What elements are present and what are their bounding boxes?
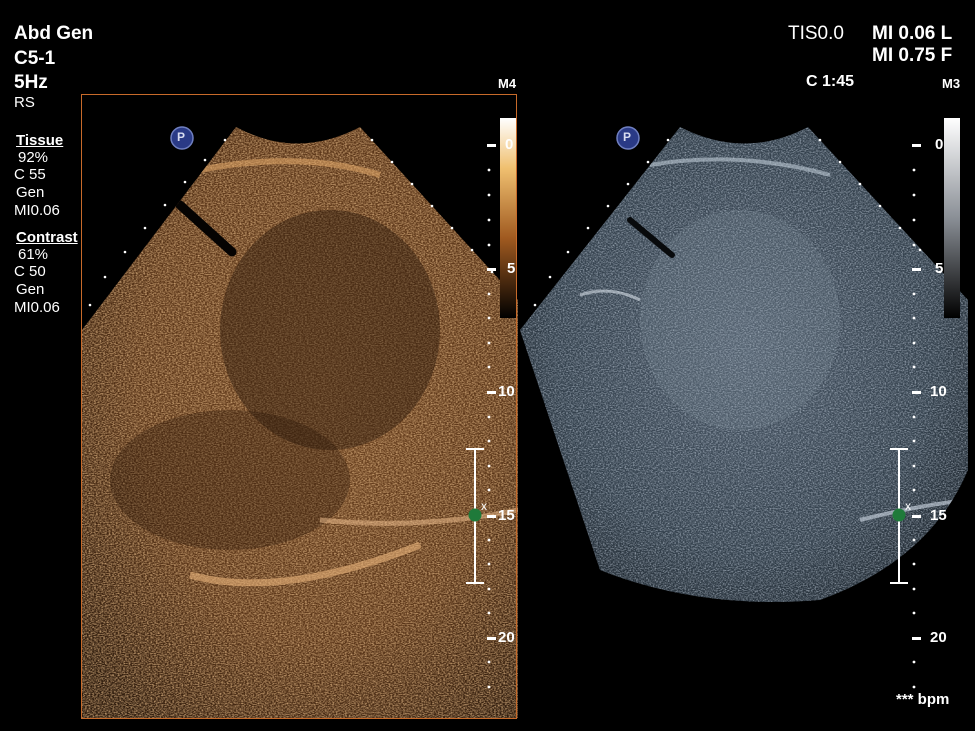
frequency-label: 5Hz	[14, 72, 48, 93]
right-depth-label-15: 15	[930, 507, 947, 524]
orientation-label: RS	[14, 94, 35, 111]
mi-left-readout: MI 0.06 L	[872, 23, 953, 44]
tissue-gain: 92%	[18, 149, 49, 166]
tissue-mode: Gen	[16, 184, 45, 201]
cine-timer: C 1:45	[806, 73, 855, 90]
right-focus-marker: x	[905, 499, 911, 513]
right-depth-label-0: 0	[935, 136, 944, 153]
right-depth-label-10: 10	[930, 383, 947, 400]
exam-preset-label: Abd Gen	[14, 23, 94, 44]
left-depth-label-10: 10	[498, 383, 515, 400]
mi-right-readout: MI 0.75 F	[872, 45, 953, 66]
right-depth-label-5: 5	[935, 260, 944, 277]
right-depth-label-20: 20	[930, 629, 947, 646]
probe-label: C5-1	[14, 48, 56, 69]
left-orientation-marker-letter: P	[177, 130, 186, 144]
tis-readout: TIS0.0	[788, 23, 844, 44]
tissue-sector-image	[520, 127, 968, 602]
left-focus-marker: x	[481, 499, 487, 513]
tissue-section-title: Tissue	[16, 132, 64, 149]
tissue-mi: MI0.06	[14, 202, 60, 219]
left-depth-label-20: 20	[498, 629, 515, 646]
contrast-mode: Gen	[16, 281, 45, 298]
contrast-mi: MI0.06	[14, 299, 60, 316]
right-orientation-marker-letter: P	[623, 130, 632, 144]
left-depth-label-15: 15	[498, 507, 515, 524]
contrast-section-title: Contrast	[16, 229, 78, 246]
tissue-compression: C 55	[14, 166, 46, 183]
contrast-compression: C 50	[14, 263, 46, 280]
contrast-panel-frame[interactable]	[81, 94, 517, 719]
right-focal-point-dot[interactable]	[892, 508, 906, 522]
tissue-map-label: M3	[942, 76, 961, 91]
heart-rate-readout: *** bpm	[896, 691, 950, 708]
contrast-map-label: M4	[498, 76, 517, 91]
contrast-gain: 61%	[18, 246, 49, 263]
left-depth-label-5: 5	[507, 260, 516, 277]
tissue-gray-map-bar	[944, 118, 960, 318]
left-depth-label-0: 0	[505, 136, 514, 153]
